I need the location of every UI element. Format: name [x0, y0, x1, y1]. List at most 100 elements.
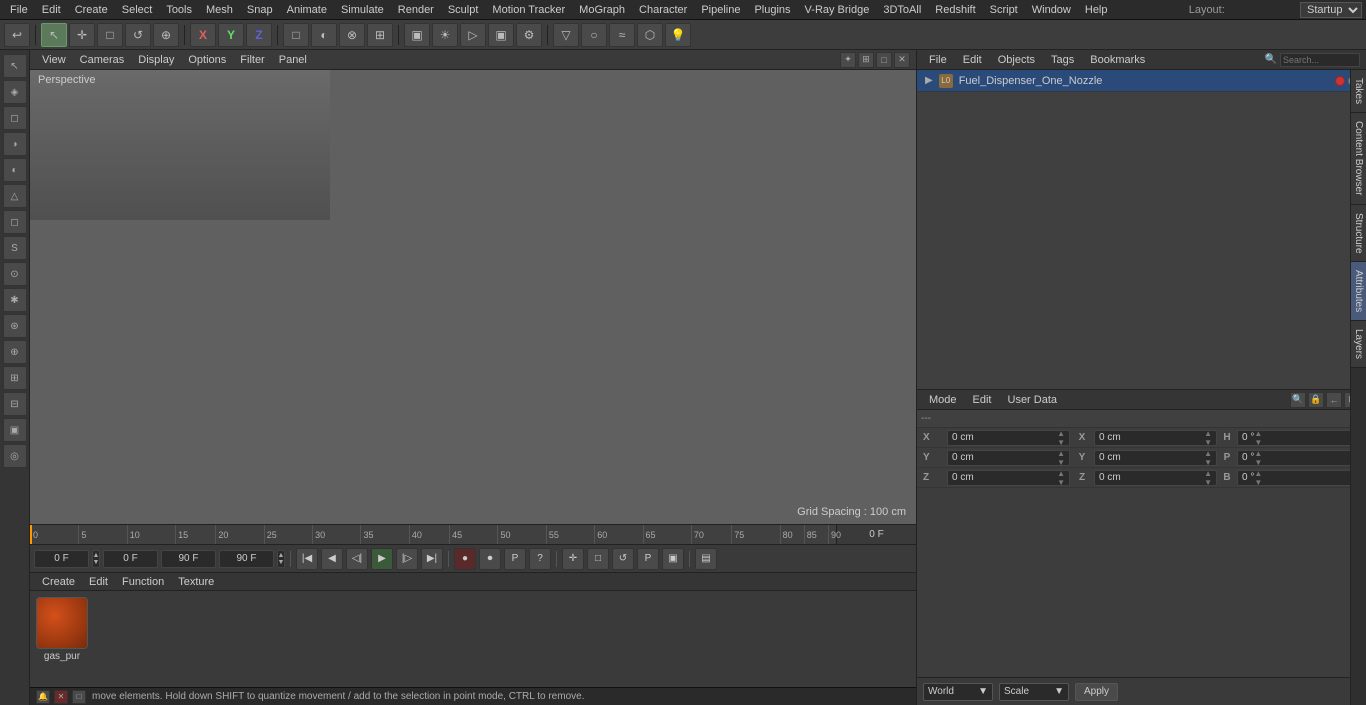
- scale-tool-button[interactable]: □: [97, 23, 123, 47]
- left-tool-3[interactable]: ◑: [3, 132, 27, 156]
- end-frame-field[interactable]: 90 F: [219, 550, 274, 568]
- tab-content-browser[interactable]: Content Browser: [1351, 113, 1366, 204]
- left-tool-12[interactable]: ⊞: [3, 366, 27, 390]
- object-manager-content[interactable]: ▶ L0 Fuel_Dispenser_One_Nozzle: [917, 70, 1366, 389]
- tab-takes[interactable]: Takes: [1351, 70, 1366, 113]
- move-key-button[interactable]: ✛: [562, 548, 584, 570]
- viewport-canvas[interactable]: X Y Z Grid Spacing : 100 cm: [30, 70, 916, 524]
- menu-edit[interactable]: Edit: [36, 2, 67, 18]
- mat-menu-edit[interactable]: Edit: [83, 574, 114, 590]
- light-button[interactable]: ☀: [432, 23, 458, 47]
- left-tool-6[interactable]: ◻: [3, 210, 27, 234]
- play-button[interactable]: ▶: [371, 548, 393, 570]
- mat-menu-function[interactable]: Function: [116, 574, 170, 590]
- obj-expand-icon[interactable]: ▶: [925, 75, 933, 86]
- skybox-button[interactable]: ○: [581, 23, 607, 47]
- cube-button[interactable]: □: [283, 23, 309, 47]
- attr-z-pos-spinner[interactable]: ▲▼: [1057, 469, 1065, 487]
- menu-redshift[interactable]: Redshift: [929, 2, 981, 18]
- left-tool-2[interactable]: ◻: [3, 106, 27, 130]
- status-close-btn[interactable]: ✕: [54, 690, 68, 704]
- record-button[interactable]: ●: [454, 548, 476, 570]
- y-axis-button[interactable]: Y: [218, 23, 244, 47]
- attr-menu-mode[interactable]: Mode: [923, 392, 963, 408]
- mat-menu-create[interactable]: Create: [36, 574, 81, 590]
- menu-script[interactable]: Script: [984, 2, 1024, 18]
- left-tool-0[interactable]: ↖: [3, 54, 27, 78]
- current-frame-field[interactable]: 0 F: [34, 550, 89, 568]
- viewport-menu-options[interactable]: Options: [182, 52, 232, 68]
- viewport-menu-cameras[interactable]: Cameras: [74, 52, 131, 68]
- timeline-ruler[interactable]: 0 5 10 15 20 25 30 35 40 45 50 55 60 65 …: [30, 525, 836, 544]
- menu-vray[interactable]: V-Ray Bridge: [799, 2, 876, 18]
- camera-button[interactable]: ▣: [404, 23, 430, 47]
- undo-button[interactable]: ↩: [4, 23, 30, 47]
- object-row-fuel[interactable]: ▶ L0 Fuel_Dispenser_One_Nozzle: [917, 70, 1366, 92]
- viewport-corner-btn-4[interactable]: ✕: [894, 52, 910, 68]
- menu-tools[interactable]: Tools: [160, 2, 198, 18]
- attr-y-rot-spinner[interactable]: ▲▼: [1204, 449, 1212, 467]
- timeline-view-button[interactable]: ▤: [695, 548, 717, 570]
- obj-menu-tags[interactable]: Tags: [1045, 52, 1080, 68]
- attr-h-spinner[interactable]: ▲▼: [1254, 429, 1262, 447]
- left-tool-10[interactable]: ⊛: [3, 314, 27, 338]
- world-dropdown[interactable]: World ▼: [923, 683, 993, 701]
- fwd-button[interactable]: |▷: [396, 548, 418, 570]
- attr-b-field[interactable]: 0 ° ▲▼: [1237, 470, 1360, 486]
- param-key-button[interactable]: P: [637, 548, 659, 570]
- attr-z-pos-field[interactable]: 0 cm ▲▼: [947, 470, 1070, 486]
- scale-key-button[interactable]: □: [587, 548, 609, 570]
- min-frame-field[interactable]: 0 F: [103, 550, 158, 568]
- x-axis-button[interactable]: X: [190, 23, 216, 47]
- material-item[interactable]: gas_pur: [36, 597, 88, 662]
- viewport-menu-view[interactable]: View: [36, 52, 72, 68]
- back-button[interactable]: ◁|: [346, 548, 368, 570]
- attr-y-pos-spinner[interactable]: ▲▼: [1057, 449, 1065, 467]
- left-tool-5[interactable]: △: [3, 184, 27, 208]
- bulb-button[interactable]: 💡: [665, 23, 691, 47]
- scale-dropdown[interactable]: Scale ▼: [999, 683, 1069, 701]
- menu-window[interactable]: Window: [1026, 2, 1077, 18]
- menu-pipeline[interactable]: Pipeline: [695, 2, 746, 18]
- pla-key-button[interactable]: ▣: [662, 548, 684, 570]
- viewport[interactable]: View Cameras Display Options Filter Pane…: [30, 50, 916, 524]
- left-tool-9[interactable]: ✱: [3, 288, 27, 312]
- floor-button[interactable]: ▽: [553, 23, 579, 47]
- apply-button[interactable]: Apply: [1075, 683, 1118, 701]
- stage-button[interactable]: ⬡: [637, 23, 663, 47]
- layout-dropdown[interactable]: Startup: [1300, 2, 1362, 18]
- left-tool-15[interactable]: ◎: [3, 444, 27, 468]
- tab-attributes[interactable]: Attributes: [1351, 262, 1366, 321]
- menu-motion-tracker[interactable]: Motion Tracker: [486, 2, 571, 18]
- attr-menu-userdata[interactable]: User Data: [1002, 392, 1064, 408]
- status-icon-2[interactable]: □: [72, 690, 86, 704]
- obj-menu-file[interactable]: File: [923, 52, 953, 68]
- obj-menu-edit[interactable]: Edit: [957, 52, 988, 68]
- attr-y-rot-field[interactable]: 0 cm ▲▼: [1094, 450, 1217, 466]
- attr-b-spinner[interactable]: ▲▼: [1254, 469, 1262, 487]
- menu-character[interactable]: Character: [633, 2, 693, 18]
- viewport-corner-btn-3[interactable]: □: [876, 52, 892, 68]
- spline-button[interactable]: ◐: [311, 23, 337, 47]
- z-axis-button[interactable]: Z: [246, 23, 272, 47]
- viewport-menu-display[interactable]: Display: [132, 52, 180, 68]
- tab-structure[interactable]: Structure: [1351, 205, 1366, 263]
- left-tool-14[interactable]: ▣: [3, 418, 27, 442]
- attr-p-field[interactable]: 0 ° ▲▼: [1237, 450, 1360, 466]
- attr-search-btn[interactable]: 🔍: [1290, 392, 1306, 408]
- help-button[interactable]: ?: [529, 548, 551, 570]
- left-tool-1[interactable]: ◈: [3, 80, 27, 104]
- menu-help[interactable]: Help: [1079, 2, 1114, 18]
- ipr-button[interactable]: ▣: [488, 23, 514, 47]
- nurbs-button[interactable]: ⊗: [339, 23, 365, 47]
- fog-button[interactable]: ≈: [609, 23, 635, 47]
- menu-render[interactable]: Render: [392, 2, 440, 18]
- auto-key-button[interactable]: ⏺: [479, 548, 501, 570]
- left-tool-7[interactable]: S: [3, 236, 27, 260]
- attr-menu-edit[interactable]: Edit: [967, 392, 998, 408]
- menu-file[interactable]: File: [4, 2, 34, 18]
- attr-z-rot-spinner[interactable]: ▲▼: [1204, 469, 1212, 487]
- menu-snap[interactable]: Snap: [241, 2, 279, 18]
- attr-h-field[interactable]: 0 ° ▲▼: [1237, 430, 1360, 446]
- render-settings-button[interactable]: ⚙: [516, 23, 542, 47]
